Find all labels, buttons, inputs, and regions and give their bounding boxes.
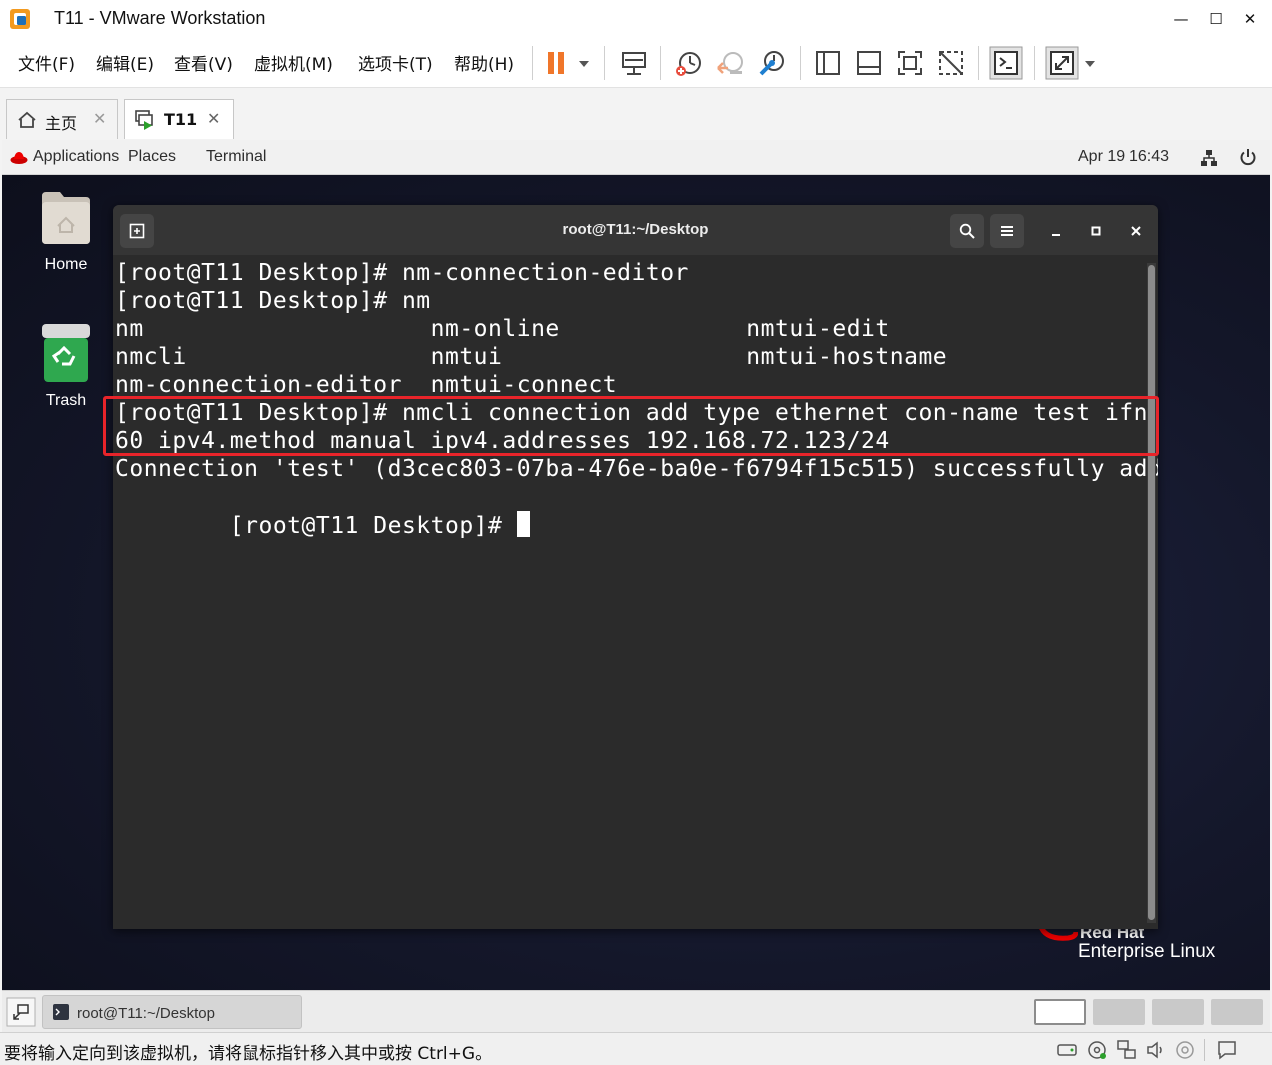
terminal-prompt: [root@T11 Desktop]# bbox=[229, 513, 517, 539]
trash-label[interactable]: Trash bbox=[26, 392, 106, 410]
vmware-status-bar: 要将输入定向到该虚拟机，请将鼠标指针移入其中或按 Ctrl+G。 bbox=[0, 1032, 1272, 1065]
status-separator bbox=[1204, 1039, 1205, 1061]
tab-home-label: 主页 bbox=[45, 114, 78, 133]
terminal-app-menu[interactable]: Terminal bbox=[206, 148, 266, 166]
hamburger-menu-icon bbox=[1001, 226, 1013, 236]
taskbar-terminal-label: root@T11:~/Desktop bbox=[77, 1005, 215, 1022]
tab-t11-label: T11 bbox=[164, 110, 198, 129]
terminal-minimize-button[interactable] bbox=[1045, 220, 1067, 242]
terminal-scrollbar-thumb[interactable] bbox=[1148, 265, 1155, 920]
workspace-1[interactable] bbox=[1034, 999, 1086, 1025]
minimize-icon bbox=[1052, 234, 1060, 236]
toolbar-separator bbox=[660, 46, 661, 80]
maximize-icon bbox=[1091, 226, 1101, 236]
tab-t11[interactable]: T11 ✕ bbox=[124, 99, 234, 139]
redhat-hat-icon bbox=[10, 152, 28, 164]
terminal-line: nm nm-online nmtui-edit bbox=[115, 316, 890, 342]
terminal-maximize-button[interactable] bbox=[1085, 220, 1107, 242]
unity-icon[interactable] bbox=[934, 46, 968, 80]
places-menu[interactable]: Places bbox=[128, 148, 176, 166]
home-folder-icon[interactable] bbox=[38, 188, 94, 248]
terminal-app-icon bbox=[53, 1004, 69, 1020]
toolbar-separator bbox=[532, 46, 533, 80]
terminal-close-button[interactable] bbox=[1125, 220, 1147, 242]
usb-device-icon[interactable] bbox=[1174, 1039, 1196, 1061]
tab-t11-close-icon[interactable]: ✕ bbox=[207, 109, 220, 128]
workspace-3[interactable] bbox=[1152, 999, 1204, 1025]
revert-snapshot-icon[interactable] bbox=[714, 46, 748, 80]
power-icon[interactable] bbox=[1239, 148, 1257, 166]
console-view-icon[interactable] bbox=[989, 46, 1023, 80]
hard-disk-icon[interactable] bbox=[1056, 1039, 1078, 1061]
clock-date[interactable]: Apr 19 bbox=[1078, 148, 1125, 166]
menu-edit[interactable]: 编辑(E) bbox=[96, 50, 154, 75]
text-cursor bbox=[516, 511, 530, 537]
toolbar-separator bbox=[978, 46, 979, 80]
thumbnail-bar-icon[interactable] bbox=[852, 46, 886, 80]
snapshot-manager-icon[interactable] bbox=[755, 46, 789, 80]
stretch-guest-dropdown-icon[interactable] bbox=[1045, 46, 1101, 80]
pause-dropdown-icon[interactable] bbox=[540, 46, 592, 80]
menu-view[interactable]: 查看(V) bbox=[174, 50, 233, 75]
gnome-bottom-panel: root@T11:~/Desktop bbox=[2, 990, 1270, 1032]
terminal-line: [root@T11 Desktop]# nm bbox=[115, 288, 431, 314]
tab-home[interactable]: 主页 ✕ bbox=[6, 99, 118, 139]
menu-help[interactable]: 帮助(H) bbox=[454, 50, 514, 75]
search-icon bbox=[959, 223, 975, 239]
home-icon bbox=[18, 111, 36, 128]
toolbar-separator bbox=[604, 46, 605, 80]
applications-menu[interactable]: Applications bbox=[33, 148, 119, 166]
maximize-button[interactable]: ☐ bbox=[1203, 6, 1229, 32]
workspace-4[interactable] bbox=[1211, 999, 1263, 1025]
toolbar-separator bbox=[1034, 46, 1035, 80]
menu-tabs[interactable]: 选项卡(T) bbox=[358, 50, 433, 75]
terminal-search-button[interactable] bbox=[950, 214, 984, 248]
terminal-line: nm-connection-editor nmtui-connect bbox=[115, 372, 618, 398]
menu-file[interactable]: 文件(F) bbox=[18, 50, 75, 75]
trash-icon[interactable] bbox=[40, 322, 92, 384]
clock-time[interactable]: 16:43 bbox=[1129, 148, 1169, 166]
terminal-line: Connection 'test' (d3cec803-07ba-476e-ba… bbox=[115, 456, 1158, 482]
send-ctrl-alt-del-icon[interactable] bbox=[617, 46, 651, 80]
annotation-highlight-box bbox=[103, 396, 1159, 456]
close-window-button[interactable]: ✕ bbox=[1237, 6, 1263, 32]
workspace-2[interactable] bbox=[1093, 999, 1145, 1025]
terminal-prompt-line[interactable]: [root@T11 Desktop]# bbox=[115, 483, 530, 539]
window-title: T11 - VMware Workstation bbox=[54, 8, 266, 28]
vm-running-icon bbox=[135, 110, 153, 130]
terminal-output[interactable]: [root@T11 Desktop]# nm-connection-editor… bbox=[113, 255, 1158, 929]
status-message: 要将输入定向到该虚拟机，请将鼠标指针移入其中或按 Ctrl+G。 bbox=[4, 1044, 493, 1064]
gnome-top-bar: Applications Places Terminal Apr 19 16:4… bbox=[2, 140, 1270, 175]
menu-toolbar: 文件(F) 编辑(E) 查看(V) 虚拟机(M) 选项卡(T) 帮助(H) bbox=[0, 38, 1272, 88]
tab-bar: 主页 ✕ T11 ✕ bbox=[0, 89, 1272, 139]
terminal-menu-button[interactable] bbox=[990, 214, 1024, 248]
close-icon bbox=[1131, 226, 1141, 236]
minimize-button[interactable]: — bbox=[1168, 6, 1194, 32]
window-titlebar: T11 - VMware Workstation — ☐ ✕ bbox=[0, 0, 1272, 38]
terminal-line: [root@T11 Desktop]# nm-connection-editor bbox=[115, 260, 689, 286]
cd-dvd-icon[interactable] bbox=[1086, 1039, 1108, 1061]
guest-screen[interactable]: Applications Places Terminal Apr 19 16:4… bbox=[2, 140, 1270, 990]
redhat-brand-line2: Enterprise Linux bbox=[1078, 941, 1216, 962]
toolbar-separator bbox=[800, 46, 801, 80]
home-folder-label[interactable]: Home bbox=[26, 256, 106, 274]
terminal-line: nmcli nmtui nmtui-hostname bbox=[115, 344, 948, 370]
snapshot-icon[interactable] bbox=[672, 46, 706, 80]
network-adapter-icon[interactable] bbox=[1116, 1039, 1138, 1061]
tab-home-close-icon[interactable]: ✕ bbox=[93, 109, 106, 128]
show-library-icon[interactable] bbox=[811, 46, 845, 80]
network-icon[interactable] bbox=[1200, 149, 1218, 167]
message-log-icon[interactable] bbox=[1216, 1039, 1238, 1061]
terminal-headerbar[interactable]: root@T11:~/Desktop bbox=[113, 205, 1158, 255]
sound-icon[interactable] bbox=[1145, 1039, 1167, 1061]
menu-vm[interactable]: 虚拟机(M) bbox=[254, 50, 333, 75]
taskbar-terminal-item[interactable]: root@T11:~/Desktop bbox=[42, 995, 302, 1029]
show-desktop-icon[interactable] bbox=[6, 997, 36, 1027]
full-screen-icon[interactable] bbox=[893, 46, 927, 80]
terminal-window[interactable]: root@T11:~/Desktop [root@T11 Desktop]# n… bbox=[113, 205, 1158, 929]
vmware-logo-icon bbox=[10, 9, 30, 29]
